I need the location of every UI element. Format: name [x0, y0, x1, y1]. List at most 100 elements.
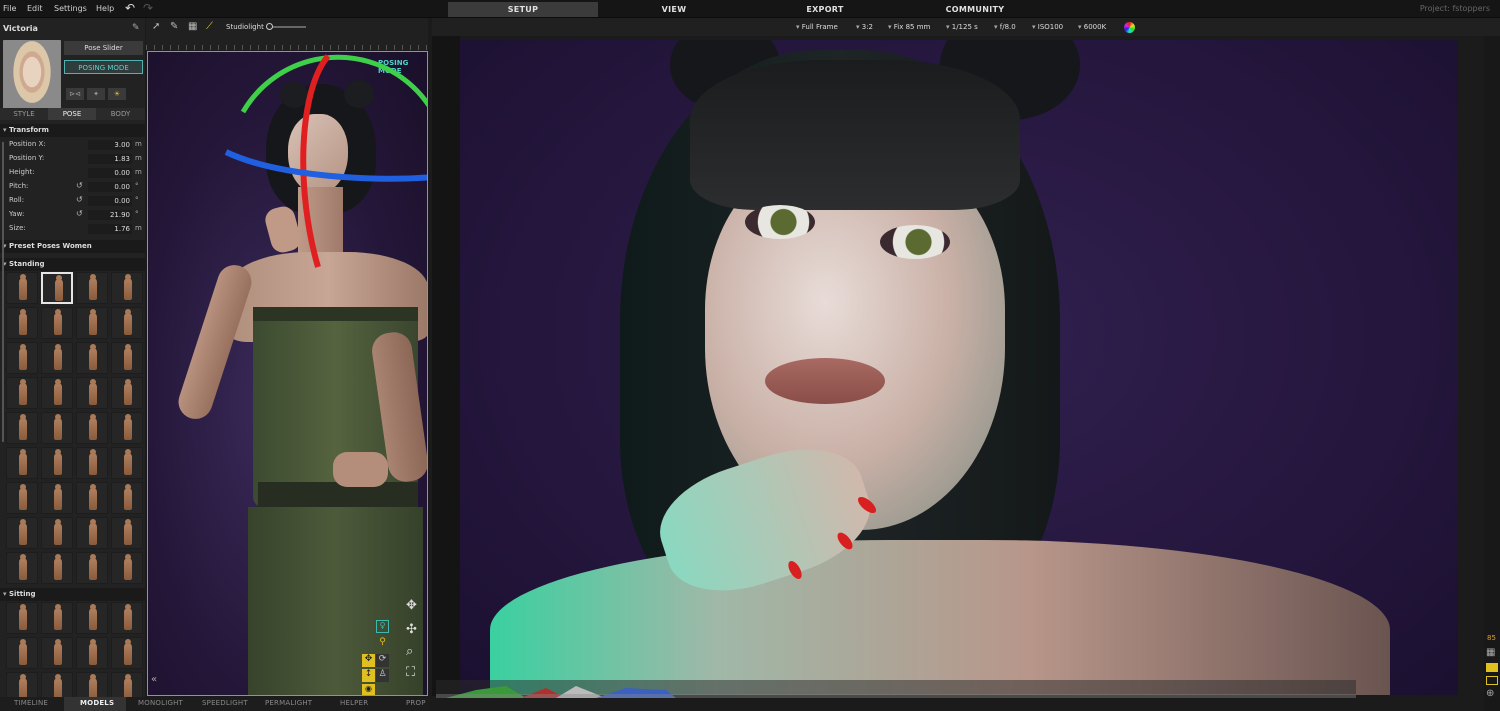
pose-thumbnail[interactable] [6, 517, 38, 549]
pose-thumbnail[interactable] [76, 482, 108, 514]
orbit-icon[interactable]: ✥ [406, 598, 417, 613]
tab-prop[interactable]: PROP [406, 699, 426, 707]
pose-thumbnail[interactable] [6, 482, 38, 514]
walk-icon[interactable]: ⚲ [376, 637, 389, 650]
pose-thumbnail[interactable] [41, 307, 73, 339]
pose-thumbnail[interactable] [111, 307, 143, 339]
prop-value-field[interactable]: 0.00 [88, 182, 132, 192]
reset-icon[interactable]: ↺ [76, 195, 83, 204]
shutter-select[interactable]: 1/125 s [946, 23, 978, 31]
gizmo-red-ring[interactable] [300, 54, 331, 268]
camera-viewport[interactable] [460, 40, 1458, 695]
aperture-select[interactable]: f/8.0 [994, 23, 1016, 31]
move-tool-icon[interactable]: ✥ [362, 654, 375, 667]
tab-models[interactable]: MODELS [80, 699, 114, 707]
light-slider[interactable] [266, 23, 306, 30]
pose-thumbnail[interactable] [76, 342, 108, 374]
collapse-icon[interactable]: « [151, 674, 157, 685]
pose-thumbnail[interactable] [111, 342, 143, 374]
pose-thumbnail[interactable] [41, 482, 73, 514]
tab-pose[interactable]: POSE [48, 108, 96, 120]
pose-thumbnail[interactable] [6, 447, 38, 479]
pose-thumbnail[interactable] [76, 307, 108, 339]
pose-thumbnail[interactable] [76, 377, 108, 409]
eye-tool-icon[interactable]: ◉ [362, 684, 375, 695]
measure-icon[interactable]: ⟋ [206, 21, 213, 32]
pose-thumbnail[interactable] [76, 517, 108, 549]
pose-thumbnail[interactable] [111, 517, 143, 549]
prop-value-field[interactable]: 21.90 [88, 210, 132, 220]
pose-thumbnail[interactable] [76, 552, 108, 584]
pose-thumbnail[interactable] [41, 377, 73, 409]
height-tool-icon[interactable]: ↕ [362, 669, 375, 682]
tab-permalight[interactable]: PERMALIGHT [265, 699, 312, 707]
pose-thumbnail[interactable] [111, 377, 143, 409]
figure-icon[interactable]: ✦ [87, 88, 105, 100]
pose-mode-icon[interactable]: ♀ [376, 620, 389, 633]
tab-speedlight[interactable]: SPEEDLIGHT [202, 699, 248, 707]
pose-thumbnail[interactable] [76, 412, 108, 444]
grid-icon[interactable]: ▦ [188, 21, 197, 32]
pose-thumbnail[interactable] [6, 307, 38, 339]
target-icon[interactable]: ⊕ [1486, 688, 1494, 699]
pose-slider-button[interactable]: Pose Slider [64, 41, 143, 55]
nav-export[interactable]: EXPORT [750, 2, 900, 17]
mirror-pose-icon[interactable]: ⊳⊲ [66, 88, 84, 100]
pose-thumbnail[interactable] [6, 272, 38, 304]
white-balance-select[interactable]: 6000K [1078, 23, 1106, 31]
redo-icon[interactable]: ↷ [143, 1, 153, 15]
frame-outline-icon[interactable] [1486, 676, 1498, 685]
pose-thumbnail[interactable] [6, 602, 38, 634]
pose-thumbnail[interactable] [41, 602, 73, 634]
pose-thumbnail[interactable] [111, 602, 143, 634]
menu-file[interactable]: File [3, 4, 16, 13]
pose-thumbnail[interactable] [6, 637, 38, 669]
nav-community[interactable]: COMMUNITY [900, 2, 1050, 17]
standing-section[interactable]: Standing [0, 258, 145, 271]
pose-thumbnail[interactable] [76, 602, 108, 634]
pan-icon[interactable]: ✣ [406, 622, 417, 637]
light-icon[interactable]: ☀ [108, 88, 126, 100]
tab-body[interactable]: BODY [96, 108, 145, 120]
person-tool-icon[interactable]: ♙ [376, 669, 389, 682]
iso-select[interactable]: ISO100 [1032, 23, 1063, 31]
grid-view-icon[interactable]: ▦ [1486, 647, 1495, 658]
posing-viewport[interactable]: POSING MODE ✥ ✣ ⌕ ⛶ ♀ ⚲ ✥ ⟳ ↕ ♙ ◉ « [147, 51, 428, 696]
nav-setup[interactable]: SETUP [448, 2, 598, 17]
frame-select[interactable]: Full Frame [796, 23, 838, 31]
tab-helper[interactable]: HELPER [340, 699, 368, 707]
pose-thumbnail[interactable] [111, 482, 143, 514]
prop-value-field[interactable]: 0.00 [88, 196, 132, 206]
gizmo-green-ring[interactable] [240, 54, 428, 222]
select-arrow-icon[interactable]: ➚ [152, 21, 160, 32]
pose-thumbnail[interactable] [41, 412, 73, 444]
pose-thumbnail[interactable] [111, 637, 143, 669]
light-slider-handle[interactable] [266, 23, 273, 30]
preset-poses-section[interactable]: Preset Poses Women [0, 240, 145, 253]
prop-value-field[interactable]: 3.00 [88, 140, 132, 150]
tab-monolight[interactable]: MONOLIGHT [138, 699, 183, 707]
nav-view[interactable]: VIEW [599, 2, 749, 17]
menu-edit[interactable]: Edit [27, 4, 43, 13]
pose-thumbnail[interactable] [6, 552, 38, 584]
rotation-gizmo[interactable] [148, 52, 428, 696]
pose-thumbnail[interactable] [111, 412, 143, 444]
menu-help[interactable]: Help [96, 4, 114, 13]
pin-icon[interactable]: ✎ [132, 23, 140, 33]
pose-thumbnail[interactable] [76, 447, 108, 479]
posing-mode-button[interactable]: POSING MODE [64, 60, 143, 74]
fullscreen-icon[interactable]: ⛶ [406, 665, 415, 680]
sitting-section[interactable]: Sitting [0, 588, 145, 601]
pose-thumbnail[interactable] [41, 517, 73, 549]
pencil-icon[interactable]: ✎ [170, 21, 178, 32]
pose-thumbnail[interactable] [111, 447, 143, 479]
menu-settings[interactable]: Settings [54, 4, 87, 13]
pose-thumbnail[interactable] [41, 342, 73, 374]
pose-thumbnail[interactable] [41, 637, 73, 669]
lens-select[interactable]: Fix 85 mm [888, 23, 931, 31]
tab-style[interactable]: STYLE [0, 108, 48, 120]
pose-thumbnail[interactable] [6, 377, 38, 409]
prop-value-field[interactable]: 1.76 [88, 224, 132, 234]
undo-icon[interactable]: ↶ [125, 1, 135, 15]
reset-icon[interactable]: ↺ [76, 181, 83, 190]
